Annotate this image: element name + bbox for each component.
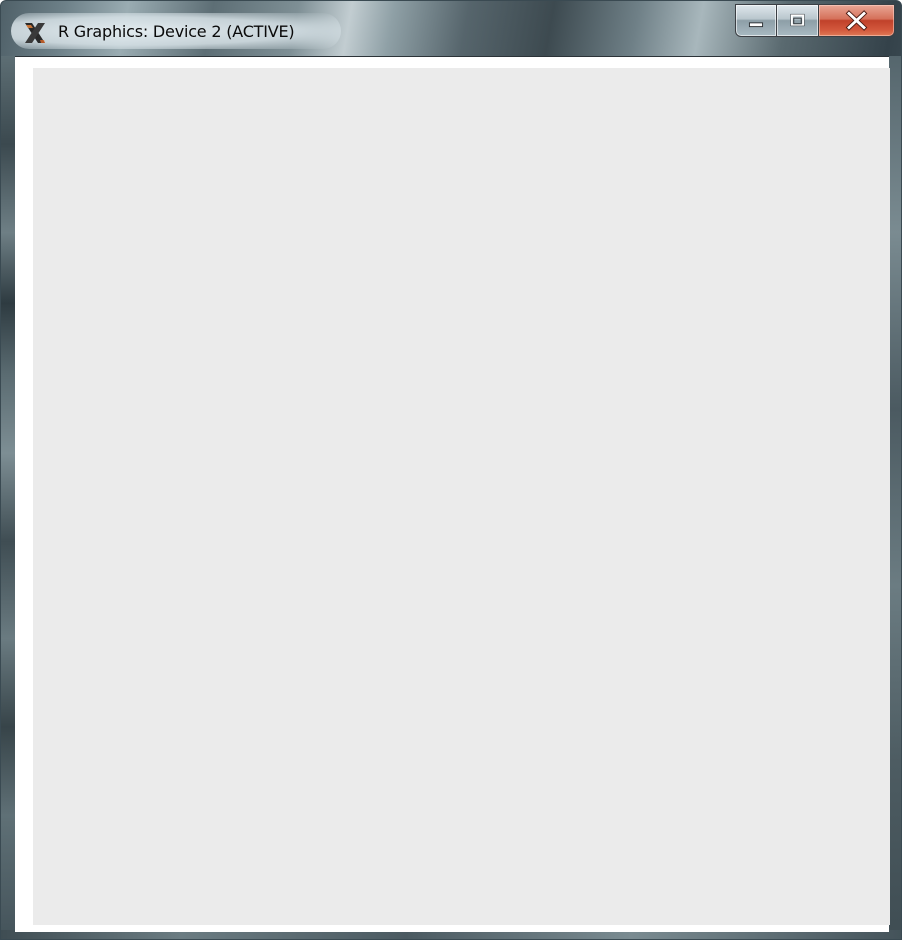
window-frame-left <box>1 56 15 939</box>
plot-panel[interactable] <box>33 68 890 925</box>
maximize-button[interactable] <box>777 4 819 37</box>
close-icon <box>845 10 868 31</box>
graphics-device-client-area <box>15 56 890 932</box>
title-bar[interactable]: R Graphics: Device 2 (ACTIVE) <box>1 1 901 56</box>
close-button[interactable] <box>819 4 895 37</box>
window-title: R Graphics: Device 2 (ACTIVE) <box>58 22 295 41</box>
caption-buttons <box>735 4 897 37</box>
minimize-button[interactable] <box>735 4 777 37</box>
r-graphics-x-icon[interactable] <box>22 20 48 46</box>
maximize-icon <box>790 13 805 27</box>
r-graphics-window: R Graphics: Device 2 (ACTIVE) <box>0 0 902 940</box>
minimize-icon <box>748 22 764 28</box>
